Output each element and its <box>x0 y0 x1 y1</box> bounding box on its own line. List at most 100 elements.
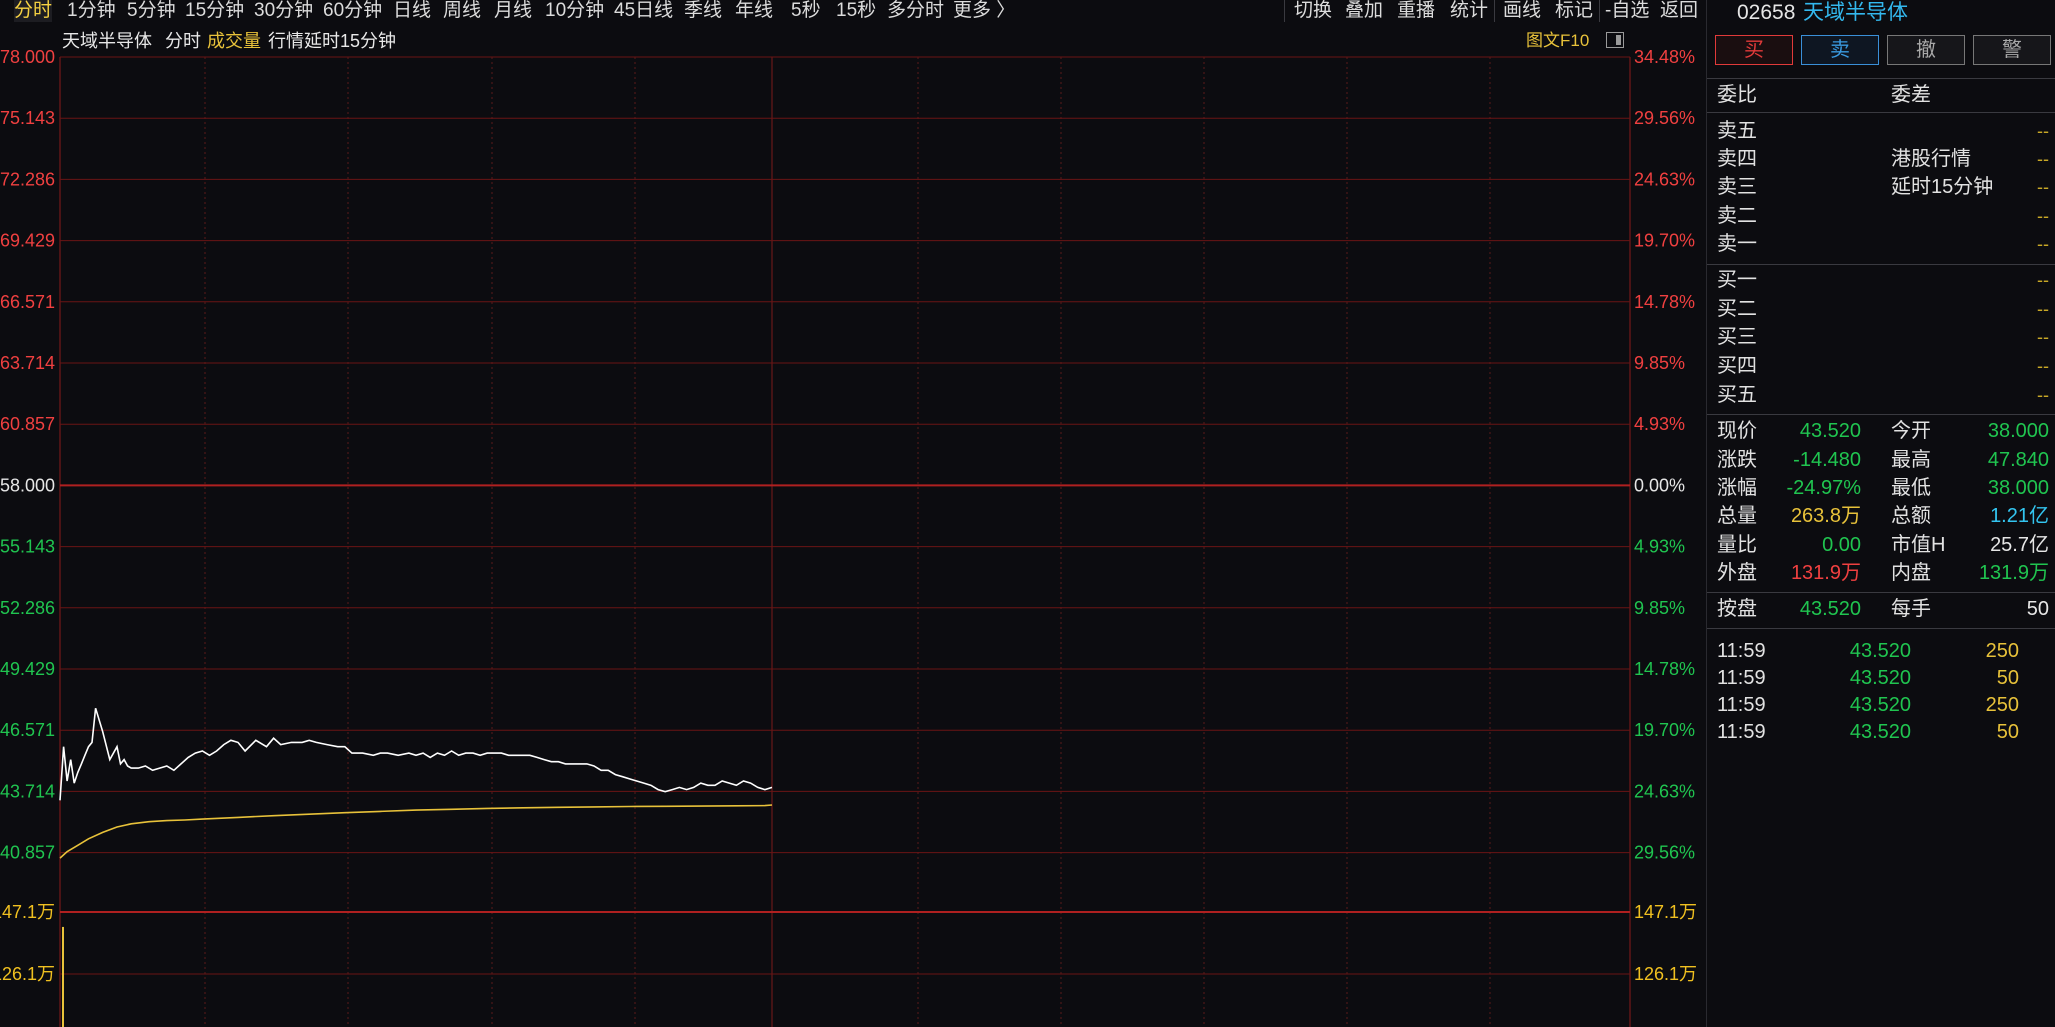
tick-time: 11:59 <box>1717 694 1766 716</box>
price-tick-label: 46.571 <box>0 720 55 740</box>
price-alert-button[interactable]: 警 <box>1973 35 2051 65</box>
price-tick-label: 58.000 <box>0 475 55 495</box>
volume-bar <box>62 926 64 1027</box>
pct-tick-label: 24.63% <box>1634 781 1695 801</box>
open-value: 38.000 <box>1987 420 2049 442</box>
ask-1-label: 卖一 <box>1717 233 1757 255</box>
pct-tick-label: 0.00% <box>1634 475 1685 495</box>
tick-volume: 250 <box>1985 640 2019 662</box>
divider <box>1707 78 2055 79</box>
market-cap-value: 25.7亿 <box>1990 534 2049 556</box>
hk-quote-note: 港股行情 <box>1891 148 1971 170</box>
price-tick-label: 52.286 <box>0 598 55 618</box>
f10-link[interactable]: 图文F10 <box>1526 26 1589 56</box>
pct-tick-label: 14.78% <box>1634 292 1695 312</box>
volume-tick-label: 126.1万 <box>0 964 55 984</box>
tick-time: 11:59 <box>1717 721 1766 743</box>
high-value: 47.840 <box>1987 449 2049 471</box>
bid-5-value: -- <box>2037 385 2049 405</box>
ask-5-label: 卖五 <box>1717 120 1757 142</box>
ask-4-label: 卖四 <box>1717 148 1757 170</box>
price-tick-label: 66.571 <box>0 292 55 312</box>
bid-2-value: -- <box>2037 299 2049 319</box>
chart-indicator-label[interactable]: 成交量 <box>207 26 261 56</box>
price-tick-label: 75.143 <box>0 108 55 128</box>
lot-size-value: 50 <box>2026 598 2049 620</box>
ask-3-value: -- <box>2037 177 2049 197</box>
volume-tick-label: 126.1万 <box>1634 964 1697 984</box>
pct-tick-label: 14.78% <box>1634 659 1695 679</box>
weicha-label: 委差 <box>1891 84 1931 106</box>
bid-4-label: 买四 <box>1717 355 1757 377</box>
bid-5-label: 买五 <box>1717 384 1757 406</box>
price-line <box>59 707 773 801</box>
pct-tick-label: 4.93% <box>1634 414 1685 434</box>
price-tick-label: 40.857 <box>0 843 55 863</box>
pct-tick-label: 24.63% <box>1634 169 1695 189</box>
price-tick-label: 55.143 <box>0 537 55 557</box>
bid-1-label: 买一 <box>1717 269 1757 291</box>
divider <box>1707 414 2055 415</box>
tick-price: 43.520 <box>1849 721 1911 743</box>
cancel-order-button[interactable]: 撤 <box>1887 35 1965 65</box>
outer-volume-label: 外盘 <box>1717 562 1757 584</box>
ask-2-value: -- <box>2037 206 2049 226</box>
sell-button[interactable]: 卖 <box>1801 35 1879 65</box>
bid-3-label: 买三 <box>1717 326 1757 348</box>
intraday-chart[interactable]: 78.000 34.48% 75.143 29.56% 72.286 24.63% 69.4… <box>0 0 1706 1027</box>
price-tick-label: 78.000 <box>0 47 55 67</box>
turnover-value: 1.21亿 <box>1990 505 2049 527</box>
volume-ratio-value: 0.00 <box>1822 534 1861 556</box>
bid-4-value: -- <box>2037 356 2049 376</box>
price-tick-label: 72.286 <box>0 169 55 189</box>
price-tick-label: 69.429 <box>0 231 55 251</box>
change-pct-value: -24.97% <box>1786 477 1862 499</box>
tick-time: 11:59 <box>1717 640 1766 662</box>
tick-price: 43.520 <box>1849 667 1911 689</box>
volume-ratio-label: 量比 <box>1717 534 1757 556</box>
divider <box>1707 628 2055 629</box>
inner-volume-label: 内盘 <box>1891 562 1931 584</box>
pct-tick-label: 34.48% <box>1634 47 1695 67</box>
ask-5-value: -- <box>2037 121 2049 141</box>
average-price-line <box>59 804 773 859</box>
price-tick-label: 60.857 <box>0 414 55 434</box>
chart-stock-name: 天域半导体 <box>62 31 152 51</box>
ask-3-label: 卖三 <box>1717 176 1757 198</box>
quote-panel: 02658 天域半导体 买 卖 撤 警 委比 委差 卖五 -- 卖四 港股行情 … <box>1706 0 2055 1027</box>
volume-label: 总量 <box>1717 505 1757 527</box>
closing-price-label: 按盘 <box>1717 598 1757 620</box>
chart-mode-label: 分时 <box>165 31 201 51</box>
buy-button[interactable]: 买 <box>1715 35 1793 65</box>
inner-volume-value: 131.9万 <box>1978 562 2049 584</box>
bid-1-value: -- <box>2037 270 2049 290</box>
low-value: 38.000 <box>1987 477 2049 499</box>
stock-name[interactable]: 天域半导体 <box>1803 0 1908 26</box>
tick-volume: 50 <box>1996 721 2019 743</box>
pct-tick-label: 29.56% <box>1634 843 1695 863</box>
lot-size-label: 每手 <box>1891 598 1931 620</box>
ask-2-label: 卖二 <box>1717 205 1757 227</box>
turnover-label: 总额 <box>1891 505 1931 527</box>
divider <box>1707 592 2055 593</box>
tick-price: 43.520 <box>1849 640 1911 662</box>
volume-value: 263.8万 <box>1790 505 1861 527</box>
change-label: 涨跌 <box>1717 449 1757 471</box>
panel-toggle-icon[interactable] <box>1606 32 1624 48</box>
delay-note: 延时15分钟 <box>1891 176 1994 198</box>
high-label: 最高 <box>1891 449 1931 471</box>
tick-price: 43.520 <box>1849 694 1911 716</box>
ask-4-value: -- <box>2037 149 2049 169</box>
tick-time: 11:59 <box>1717 667 1766 689</box>
weibi-label: 委比 <box>1717 84 1757 106</box>
pct-tick-label: 9.85% <box>1634 353 1685 373</box>
change-pct-label: 涨幅 <box>1717 477 1757 499</box>
volume-tick-label: 147.1万 <box>0 902 55 922</box>
outer-volume-value: 131.9万 <box>1790 562 1861 584</box>
stock-code: 02658 <box>1737 1 1796 24</box>
pct-tick-label: 19.70% <box>1634 720 1695 740</box>
price-tick-label: 43.714 <box>0 781 55 801</box>
pct-tick-label: 19.70% <box>1634 231 1695 251</box>
divider <box>1707 112 2055 113</box>
divider <box>1707 264 2055 265</box>
